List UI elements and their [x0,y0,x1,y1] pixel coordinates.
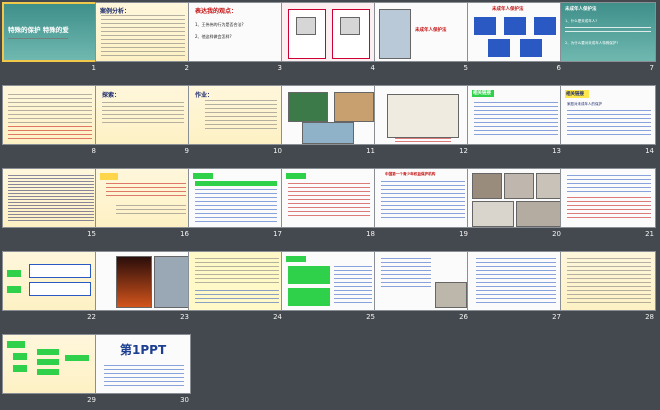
slide-5-caption: 未成年人保护法 [415,28,447,33]
slide-thumb-10[interactable]: 作业： 10 [188,85,284,157]
slide-25-canvas[interactable] [281,251,377,311]
slide-3-canvas[interactable]: 表达我的观点： 1、王伟伟的行为是否合法? 2、他这样做会怎样? [188,2,284,62]
slide-1-title: 特殊的保护 特殊的爱 [8,26,69,34]
slide-17-canvas[interactable] [188,168,284,228]
slide-number: 28 [645,313,654,321]
slide-10-heading: 作业： [195,92,214,99]
slide-6-heading: 未成年人保护法 [492,7,524,12]
slide-7-q1: 1、什么是未成年人? [565,19,598,23]
slide-thumb-6[interactable]: 未成年人保护法 6 [467,2,563,74]
slide-number: 30 [180,396,189,404]
slide-8-canvas[interactable] [2,85,98,145]
slide-12-canvas[interactable] [374,85,470,145]
slide-1-canvas[interactable]: 特殊的保护 特殊的爱 [2,2,98,62]
slide-thumb-9[interactable]: 探索： 9 [95,85,191,157]
slide-22-canvas[interactable] [2,251,98,311]
slide-11-canvas[interactable] [281,85,377,145]
slide-thumb-4[interactable]: 4 [281,2,377,74]
slide-thumb-23[interactable]: 23 [95,251,191,323]
slide-thumb-28[interactable]: 28 [560,251,656,323]
slide-18-canvas[interactable] [281,168,377,228]
slide-20-canvas[interactable] [467,168,563,228]
slide-thumb-14[interactable]: 相关链接 家庭对未成年人的保护 14 [560,85,656,157]
slide-9-heading: 探索： [102,92,121,99]
slide-number: 7 [649,64,654,72]
slide-thumb-29[interactable]: 29 [2,334,98,406]
slide-29-canvas[interactable] [2,334,98,394]
slide-24-canvas[interactable] [188,251,284,311]
slide-9-canvas[interactable]: 探索： [95,85,191,145]
slide-7-canvas[interactable]: 未成年人保护法 1、什么是未成年人? 2、为什么要对未成年人特殊保护? [560,2,656,62]
slide-thumb-1[interactable]: 特殊的保护 特殊的爱 1 [2,2,98,74]
slide-thumb-3[interactable]: 表达我的观点： 1、王伟伟的行为是否合法? 2、他这样做会怎样? 3 [188,2,284,74]
slide-27-canvas[interactable] [467,251,563,311]
slide-16-canvas[interactable] [95,168,191,228]
slide-14-sub: 家庭对未成年人的保护 [567,102,602,106]
slide-3-heading: 表达我的观点： [195,8,238,15]
slide-7-heading: 未成年人保护法 [565,7,597,12]
slide-2-heading: 案例分析： [100,8,131,15]
slide-thumb-2[interactable]: 案例分析： 2 [95,2,191,74]
slide-thumb-27[interactable]: 27 [467,251,563,323]
slide-28-canvas[interactable] [560,251,656,311]
slide-thumb-21[interactable]: 21 [560,168,656,240]
slide-thumb-13[interactable]: 相关链接 13 [467,85,563,157]
slide-13-canvas[interactable]: 相关链接 [467,85,563,145]
slide-2-canvas[interactable]: 案例分析： [95,2,191,62]
slide-thumb-11[interactable]: 11 [281,85,377,157]
slide-thumb-5[interactable]: 未成年人保护法 5 [374,2,470,74]
slide-thumb-12[interactable]: 12 [374,85,470,157]
slide-thumb-17[interactable]: 17 [188,168,284,240]
slide-19-heading: 中国第一个青少年权益保护机构 [385,172,436,176]
slide-thumb-22[interactable]: 22 [2,251,98,323]
slide-14-canvas[interactable]: 相关链接 家庭对未成年人的保护 [560,85,656,145]
slide-thumb-20[interactable]: 20 [467,168,563,240]
slide-15-canvas[interactable] [2,168,98,228]
slide-7-q2: 2、为什么要对未成年人特殊保护? [565,41,619,45]
slide-23-canvas[interactable] [95,251,191,311]
slide-thumb-26[interactable]: 26 [374,251,470,323]
slide-number: 14 [645,147,654,155]
slide-thumb-15[interactable]: 15 [2,168,98,240]
slide-10-canvas[interactable]: 作业： [188,85,284,145]
slide-3-q1: 1、王伟伟的行为是否合法? [195,22,244,27]
slide-thumb-8[interactable]: 8 [2,85,98,157]
slide-thumb-16[interactable]: 16 [95,168,191,240]
slide-sorter-grid: 特殊的保护 特殊的爱 1 案例分析： 2 表达我的观点： 1、王伟伟的行为是否合… [0,0,660,410]
slide-14-heading: 相关链接 [566,92,584,97]
slide-26-canvas[interactable] [374,251,470,311]
slide-thumb-19[interactable]: 中国第一个青少年权益保护机构 19 [374,168,470,240]
slide-thumb-24[interactable]: 24 [188,251,284,323]
slide-thumb-30[interactable]: 第1PPT 30 [95,334,191,406]
slide-4-canvas[interactable] [281,2,377,62]
slide-number: 21 [645,230,654,238]
slide-thumb-18[interactable]: 18 [281,168,377,240]
slide-5-canvas[interactable]: 未成年人保护法 [374,2,470,62]
slide-19-canvas[interactable]: 中国第一个青少年权益保护机构 [374,168,470,228]
slide-thumb-7[interactable]: 未成年人保护法 1、什么是未成年人? 2、为什么要对未成年人特殊保护? 7 [560,2,656,74]
slide-13-heading: 相关链接 [473,91,491,96]
slide-30-canvas[interactable]: 第1PPT [95,334,191,394]
slide-21-canvas[interactable] [560,168,656,228]
slide-30-logo: 第1PPT [120,343,167,357]
slide-6-canvas[interactable]: 未成年人保护法 [467,2,563,62]
slide-thumb-25[interactable]: 25 [281,251,377,323]
slide-3-q2: 2、他这样做会怎样? [195,34,232,39]
